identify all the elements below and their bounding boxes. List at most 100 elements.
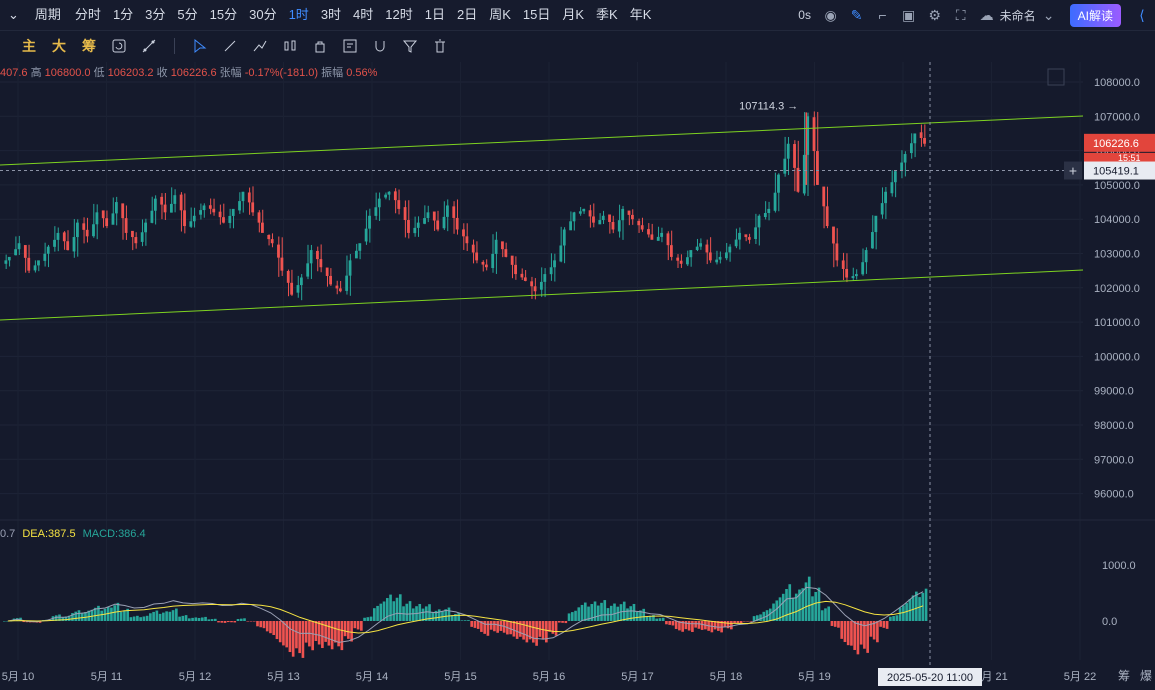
macd-bar: [791, 597, 795, 621]
pen-icon[interactable]: ✎: [844, 0, 870, 30]
note-icon[interactable]: [335, 31, 365, 61]
macd-bar: [278, 621, 282, 643]
macd-bar: [363, 617, 366, 621]
macd-bar: [301, 621, 305, 658]
candle-body: [825, 206, 829, 227]
interval-16[interactable]: 年K: [624, 0, 658, 30]
candle-tool-icon[interactable]: [275, 31, 305, 61]
share-icon[interactable]: ⟨: [1129, 0, 1155, 30]
candle-body: [923, 138, 926, 144]
interval-0[interactable]: 分时: [69, 0, 107, 30]
interval-bar: 分时 1分 3分 5分 15分 30分 1时 3时 4时 12时 1日 2日 周K 15日 月K 季K 年K: [69, 0, 657, 30]
candle-body: [76, 222, 79, 238]
interval-9[interactable]: 12时: [379, 0, 418, 30]
interval-10[interactable]: 1日: [419, 0, 451, 30]
drawing-toolbar: 主 大 筹: [0, 31, 1155, 61]
filter-icon[interactable]: [395, 31, 425, 61]
macd-bar: [395, 597, 399, 621]
layout-chevron-icon[interactable]: ⌄: [1036, 0, 1062, 30]
cloud-icon[interactable]: ☁: [974, 0, 1000, 30]
candle-body: [208, 205, 212, 209]
candle-body: [699, 243, 702, 247]
menu-chevron-icon[interactable]: ⌄: [0, 0, 27, 30]
lock-icon[interactable]: [305, 31, 335, 61]
interval-2[interactable]: 3分: [139, 0, 171, 30]
settings-icon[interactable]: ⚙: [922, 0, 948, 30]
interval-1[interactable]: 1分: [107, 0, 139, 30]
candle-body: [374, 207, 378, 216]
picture-icon[interactable]: ▣: [896, 0, 922, 30]
macd-bar: [314, 621, 318, 641]
ai-button[interactable]: AI解读: [1069, 3, 1121, 27]
interval-13[interactable]: 15日: [517, 0, 556, 30]
price-tick: 97000.0: [1094, 454, 1134, 466]
candle-body: [475, 252, 479, 261]
candle-body: [724, 252, 728, 259]
interval-12[interactable]: 周K: [483, 0, 517, 30]
trash-icon[interactable]: [425, 31, 455, 61]
candle-body: [871, 232, 874, 249]
macd-bar: [252, 621, 256, 622]
macd-bar: [447, 607, 451, 621]
price-tick: 100000.0: [1094, 351, 1140, 363]
chart-canvas[interactable]: +107114.3 → 108000.0107000.0106000.01050…: [0, 0, 1155, 690]
candle-body: [397, 200, 401, 209]
macd-bar: [876, 621, 879, 643]
candle-body: [660, 232, 664, 237]
candle-body: [432, 211, 436, 221]
candle-body: [647, 229, 650, 235]
interval-14[interactable]: 月K: [556, 0, 590, 30]
large-toggle[interactable]: 大: [52, 36, 66, 56]
crop-icon[interactable]: ⌐: [870, 0, 896, 30]
candle-body: [640, 225, 644, 230]
right-edge-label: 爆: [1140, 669, 1152, 683]
candle-body: [913, 133, 917, 144]
interval-4[interactable]: 15分: [204, 0, 243, 30]
macd-bar: [353, 621, 357, 629]
candle-body: [501, 241, 504, 250]
macd-bar: [697, 621, 701, 629]
macd-bar: [895, 615, 899, 621]
macd-bar: [694, 621, 697, 628]
layout-name[interactable]: 未命名: [1000, 7, 1036, 24]
macd-bar: [496, 621, 499, 633]
macd-bar: [616, 606, 620, 621]
macd-bar: [168, 611, 172, 621]
select-icon[interactable]: [185, 31, 215, 61]
interval-7[interactable]: 3时: [315, 0, 347, 30]
candle-body: [676, 257, 680, 261]
macd-bar: [282, 621, 285, 646]
macd-bar: [613, 603, 616, 621]
candle-body: [861, 262, 865, 275]
period-menu[interactable]: 周期: [27, 0, 69, 30]
ruler-icon[interactable]: [134, 31, 164, 61]
ohlc-info: 407.6 高 106800.0 低 106203.2 收 106226.6 张…: [0, 64, 377, 80]
macd-bar: [376, 605, 379, 621]
interval-8[interactable]: 4时: [347, 0, 379, 30]
magnet-icon[interactable]: [365, 31, 395, 61]
chip-toggle[interactable]: 筹: [82, 36, 96, 56]
candle-body: [588, 210, 592, 217]
camera-icon[interactable]: ◉: [818, 0, 844, 30]
macd-bar: [850, 621, 853, 646]
interval-11[interactable]: 2日: [451, 0, 483, 30]
candle-body: [286, 270, 290, 283]
candle-body: [111, 213, 115, 225]
macd-bar: [220, 621, 224, 623]
macd-bar: [178, 616, 181, 621]
line-icon[interactable]: [215, 31, 245, 61]
interval-5[interactable]: 30分: [243, 0, 282, 30]
fullscreen-icon[interactable]: ⛶: [948, 0, 974, 30]
candle-body: [124, 218, 128, 233]
brush-icon[interactable]: [245, 31, 275, 61]
macd-bar: [304, 621, 308, 643]
interval-15[interactable]: 季K: [590, 0, 624, 30]
macd-bar: [824, 608, 827, 621]
candle-body: [306, 263, 310, 277]
candle-body: [173, 195, 177, 204]
interval-3[interactable]: 5分: [171, 0, 203, 30]
refresh-icon[interactable]: [104, 31, 134, 61]
main-toggle[interactable]: 主: [22, 36, 36, 56]
candles: [4, 111, 926, 301]
interval-6[interactable]: 1时: [283, 0, 315, 30]
